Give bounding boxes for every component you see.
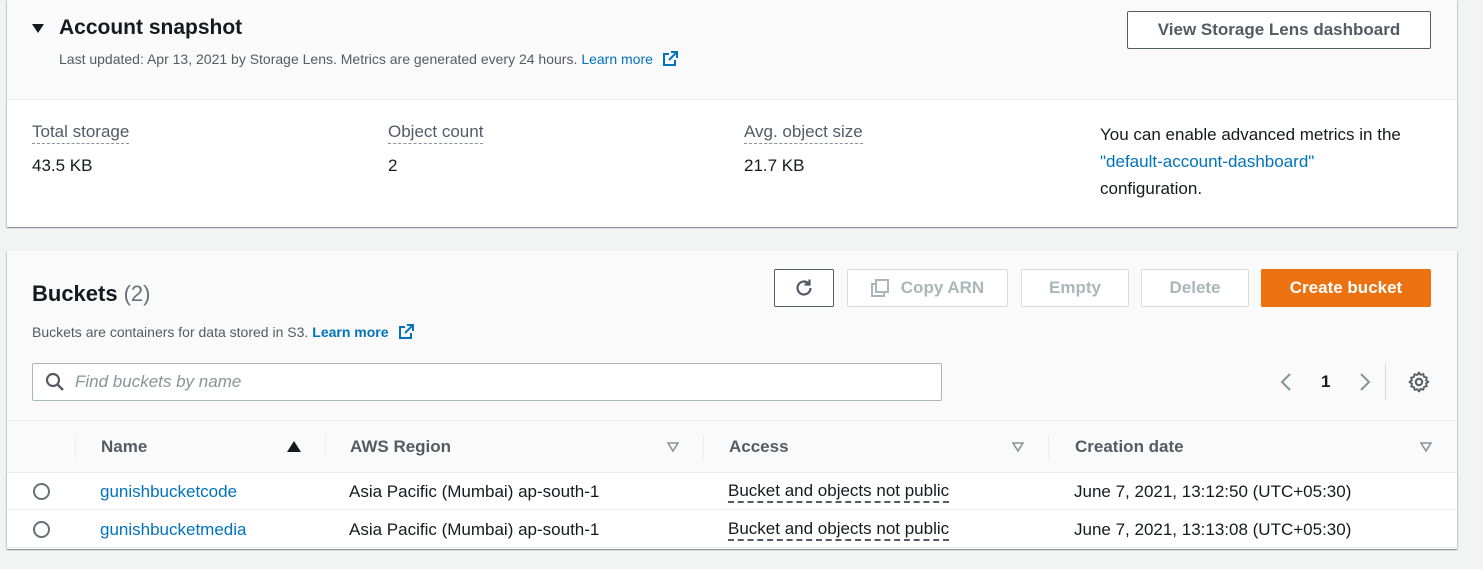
search-field[interactable] [32,363,942,401]
row-select-radio[interactable] [33,521,50,538]
buckets-description-text: Buckets are containers for data stored i… [32,324,309,340]
copy-arn-button[interactable]: Copy ARN [847,269,1008,307]
metric-label[interactable]: Avg. object size [744,122,863,144]
bucket-creation-date: June 7, 2021, 13:12:50 (UTC+05:30) [1074,481,1352,501]
empty-button[interactable]: Empty [1021,269,1129,307]
buckets-panel: Buckets (2) Buckets are containers for da… [7,251,1457,549]
column-header-name[interactable]: Name [101,421,147,473]
table-row[interactable]: gunishbucketcode Asia Pacific (Mumbai) a… [7,473,1457,510]
create-bucket-button[interactable]: Create bucket [1261,269,1431,307]
buckets-header: Buckets (2) Buckets are containers for da… [7,251,1457,421]
advanced-note-suffix: configuration. [1100,179,1203,198]
sort-icon[interactable] [1012,441,1024,453]
column-divider [703,435,704,459]
sort-icon[interactable] [1420,441,1432,453]
advanced-metrics-note: You can enable advanced metrics in the "… [1100,121,1440,202]
pager-divider [1385,363,1386,401]
dashboard-config-link[interactable]: "default-account-dashboard" [1100,152,1314,171]
chevron-left-icon[interactable] [1275,370,1299,394]
metric-total-storage: Total storage 43.5 KB [32,122,130,176]
external-link-icon[interactable] [397,323,415,341]
snapshot-learn-more-link[interactable]: Learn more [581,51,653,67]
column-divider [1048,435,1049,459]
advanced-note-prefix: You can enable advanced metrics in the [1100,125,1401,144]
buckets-title: Buckets (2) [32,281,150,307]
bucket-creation-date: June 7, 2021, 13:13:08 (UTC+05:30) [1074,519,1352,539]
last-updated-text: Last updated: Apr 13, 2021 by Storage Le… [59,51,578,67]
search-input[interactable] [75,372,941,392]
metric-label[interactable]: Total storage [32,122,130,144]
bucket-region: Asia Pacific (Mumbai) ap-south-1 [349,481,600,501]
buckets-title-text: Buckets [32,281,118,306]
buckets-description: Buckets are containers for data stored i… [32,323,415,341]
metric-label[interactable]: Object count [388,122,484,144]
view-storage-lens-button[interactable]: View Storage Lens dashboard [1127,11,1431,49]
bucket-region: Asia Pacific (Mumbai) ap-south-1 [349,519,600,539]
bucket-name-link[interactable]: gunishbucketmedia [100,520,246,540]
account-snapshot-header: Account snapshot Last updated: Apr 13, 2… [7,0,1457,100]
column-header-region[interactable]: AWS Region [350,421,451,473]
refresh-icon [796,279,812,296]
delete-button[interactable]: Delete [1141,269,1249,307]
refresh-button[interactable] [774,269,834,307]
account-snapshot-panel: Account snapshot Last updated: Apr 13, 2… [7,0,1457,227]
bucket-access[interactable]: Bucket and objects not public [728,519,950,541]
collapse-caret-icon[interactable] [32,24,44,33]
account-snapshot-title[interactable]: Account snapshot [59,16,242,40]
metric-object-count: Object count 2 [388,122,484,176]
pagination: 1 [1275,365,1376,399]
buckets-learn-more-link[interactable]: Learn more [312,324,388,340]
bucket-access[interactable]: Bucket and objects not public [728,481,950,503]
metric-value: 2 [388,156,398,175]
table-header: Name AWS Region Access Creation date [7,421,1457,473]
table-row[interactable]: gunishbucketmedia Asia Pacific (Mumbai) … [7,511,1457,548]
column-divider [75,435,76,459]
copy-icon [870,279,889,297]
page-number[interactable]: 1 [1321,372,1330,392]
metric-value: 21.7 KB [744,156,805,175]
sort-ascending-icon[interactable] [287,441,301,452]
column-header-creation-date[interactable]: Creation date [1075,421,1184,473]
gear-icon[interactable] [1407,370,1431,394]
bucket-name-link[interactable]: gunishbucketcode [100,482,237,502]
metric-avg-object-size: Avg. object size 21.7 KB [744,122,863,176]
search-icon [45,372,64,391]
copy-arn-label: Copy ARN [900,278,985,297]
column-divider [325,435,326,459]
sort-icon[interactable] [667,441,679,453]
column-header-access[interactable]: Access [729,421,789,473]
metric-value: 43.5 KB [32,156,93,175]
external-link-icon[interactable] [661,50,679,68]
chevron-right-icon[interactable] [1352,370,1376,394]
account-snapshot-subtitle: Last updated: Apr 13, 2021 by Storage Le… [59,50,679,68]
row-select-radio[interactable] [33,483,50,500]
buckets-count: (2) [123,281,151,306]
